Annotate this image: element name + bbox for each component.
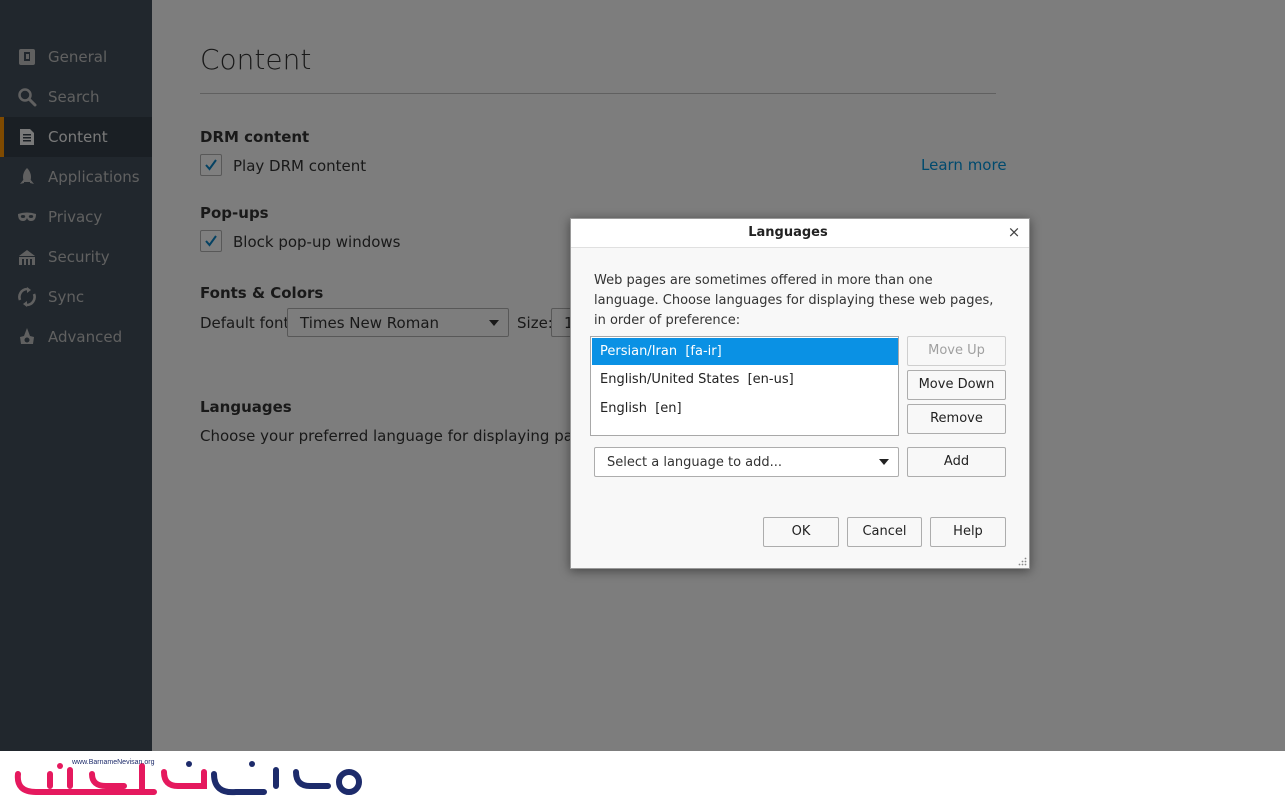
sidebar-item-label: Advanced [48,328,123,346]
default-font-select[interactable]: Times New Roman [287,308,509,337]
checkmark-icon [205,235,217,247]
sidebar-item-applications[interactable]: Applications [0,157,152,197]
move-down-button[interactable]: Move Down [907,370,1006,400]
ok-button[interactable]: OK [763,517,839,547]
block-popups-checkbox[interactable] [200,230,222,252]
sidebar-item-label: Privacy [48,208,103,226]
default-font-label: Default font: [200,314,295,332]
list-item[interactable]: English/United States [en-us] [592,366,898,393]
fonts-heading: Fonts & Colors [200,284,324,302]
default-font-value: Times New Roman [300,314,440,332]
sidebar-item-advanced[interactable]: Advanced [0,317,152,357]
dialog-title: Languages [748,225,828,240]
checkmark-icon [205,159,217,171]
block-popups-label[interactable]: Block pop-up windows [233,232,401,252]
remove-button[interactable]: Remove [907,404,1006,434]
sync-icon [18,287,36,307]
sidebar-item-security[interactable]: Security [0,237,152,277]
add-language-placeholder: Select a language to add... [607,455,783,470]
security-icon [19,250,35,265]
learn-more-link[interactable]: Learn more [921,155,1007,175]
languages-dialog: Languages × Web pages are sometimes offe… [570,218,1030,569]
title-divider [200,93,996,94]
resize-grip-icon[interactable] [1018,557,1027,566]
advanced-icon [20,328,34,344]
sidebar-item-label: Security [48,248,110,266]
help-button[interactable]: Help [930,517,1006,547]
languages-heading: Languages [200,398,292,416]
sidebar-item-label: General [48,48,108,66]
sidebar-item-search[interactable]: Search [0,77,152,117]
language-list[interactable]: Persian/Iran [fa-ir] English/United Stat… [590,336,899,436]
privacy-mask-icon [18,212,36,221]
add-language-select[interactable]: Select a language to add... [594,447,899,477]
watermark-logo: www.BarnameNevisan.org [14,759,362,796]
play-drm-checkbox[interactable] [200,154,222,176]
languages-description: Choose your preferred language for displ… [200,427,600,445]
play-drm-label[interactable]: Play DRM content [233,156,366,176]
move-up-button[interactable]: Move Up [907,336,1006,366]
sidebar-item-label: Content [48,128,108,146]
sidebar-item-general[interactable]: General [0,37,152,77]
font-size-label: Size: [517,314,553,332]
drm-heading: DRM content [200,128,310,146]
category-sidebar: General Search Content Applications Priv… [0,0,152,751]
sidebar-item-sync[interactable]: Sync [0,277,152,317]
dialog-titlebar[interactable]: Languages × [571,219,1029,248]
watermark-url: www.BarnameNevisan.org [71,759,155,766]
dialog-description: Web pages are sometimes offered in more … [594,273,994,328]
chevron-down-icon [879,459,889,465]
sidebar-item-content[interactable]: Content [0,117,152,157]
sidebar-item-label: Sync [48,288,85,306]
list-item[interactable]: English [en] [592,395,898,422]
general-icon [19,49,35,65]
add-button[interactable]: Add [907,447,1006,477]
sidebar-item-label: Search [48,88,100,106]
search-icon [18,88,37,107]
content-icon [20,129,34,145]
page-title: Content [200,43,312,76]
sidebar-item-label: Applications [48,168,140,186]
sidebar-item-privacy[interactable]: Privacy [0,197,152,237]
list-item[interactable]: Persian/Iran [fa-ir] [592,338,898,365]
close-icon[interactable]: × [1007,224,1021,240]
cancel-button[interactable]: Cancel [847,517,922,547]
popups-heading: Pop-ups [200,204,269,222]
applications-icon [20,168,34,184]
chevron-down-icon [489,320,499,326]
